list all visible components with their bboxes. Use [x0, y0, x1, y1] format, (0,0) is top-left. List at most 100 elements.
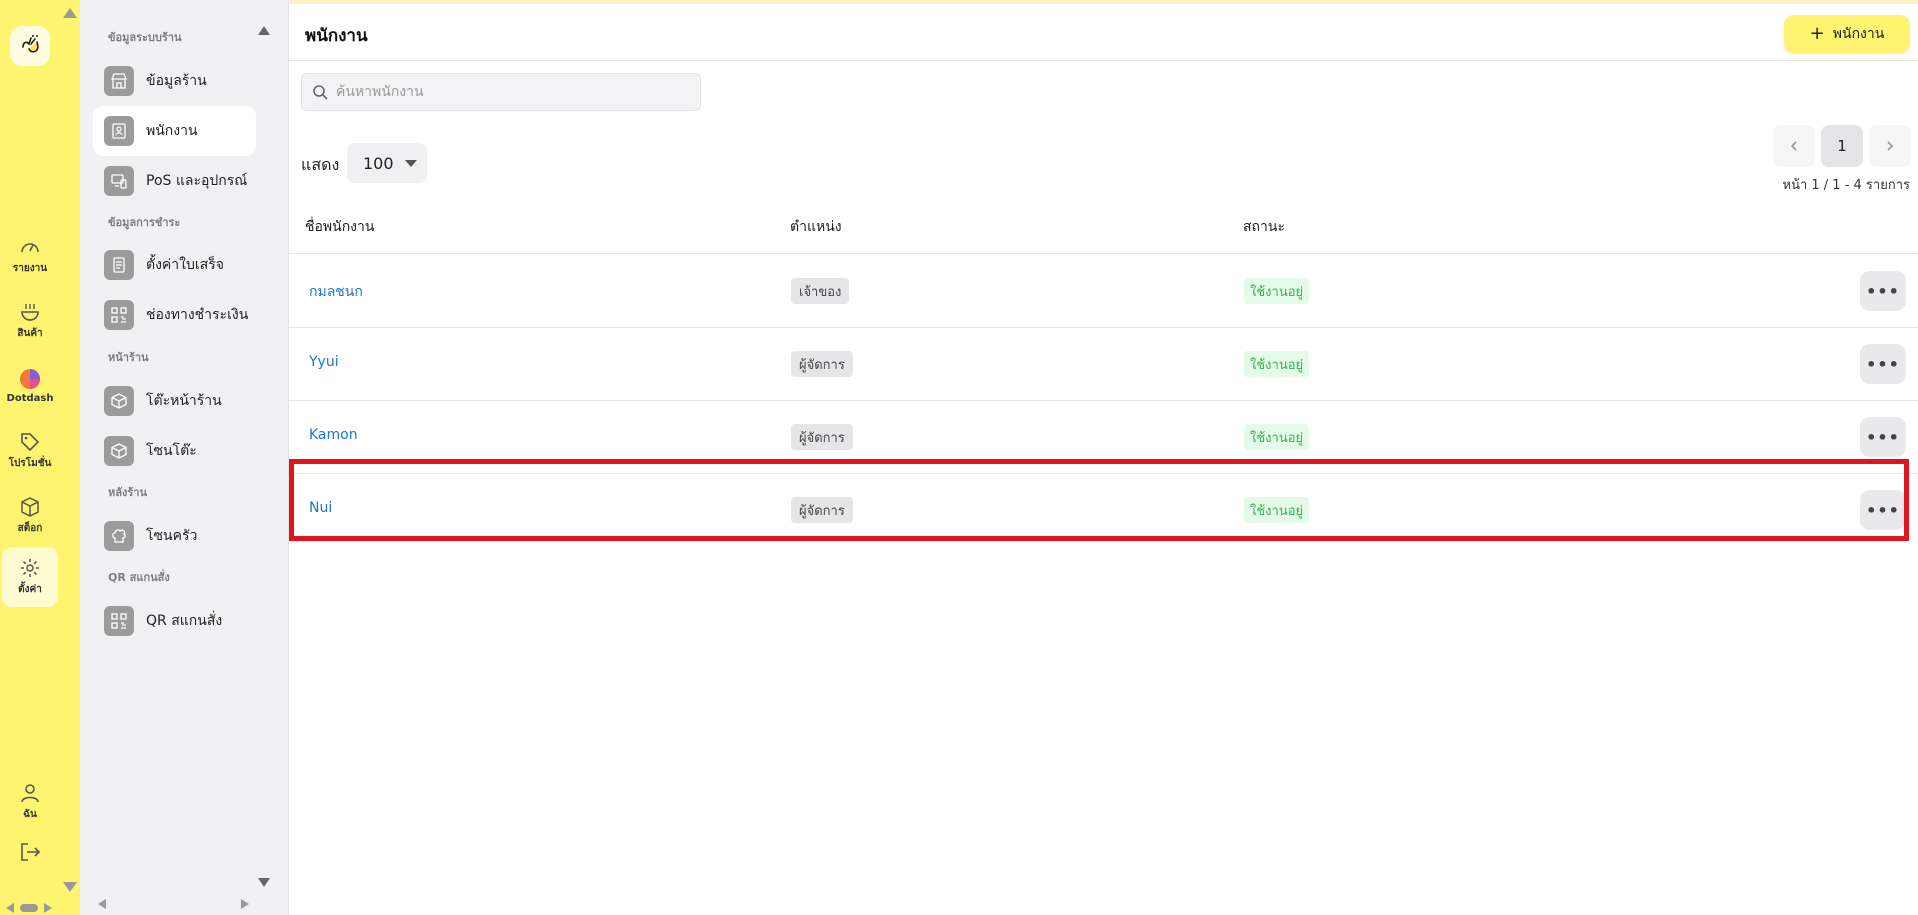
app-logo[interactable] [10, 26, 50, 66]
section-title: ข้อมูลระบบร้าน [108, 31, 182, 44]
search-icon [313, 85, 328, 100]
table-row[interactable]: Yyui ผู้จัดการ ใช้งานอยู่ ••• [289, 328, 1918, 401]
pagination: 1 [1773, 125, 1911, 167]
more-options-button[interactable]: ••• [1860, 417, 1906, 457]
chevron-right-icon [1887, 141, 1894, 151]
chef-hat-icon [104, 521, 134, 551]
sidebar-scroll-down[interactable] [258, 878, 270, 887]
sidebar-scroll-right[interactable] [241, 899, 249, 909]
search-box[interactable] [301, 73, 701, 111]
rail-hscroll[interactable] [6, 903, 52, 913]
sidebar-item-label: ข้อมูลร้าน [146, 73, 207, 89]
staff-name-link[interactable]: Kamon [309, 427, 358, 443]
sidebar-item-front-tables[interactable]: โต๊ะหน้าร้าน [93, 376, 256, 426]
sidebar-item-label: ตั้งค่าใบเสร็จ [146, 257, 224, 273]
sidebar-item-label: QR สแกนสั่ง [146, 613, 223, 629]
table-row[interactable]: กมลชนก เจ้าของ ใช้งานอยู่ ••• [289, 255, 1918, 328]
sidebar-item-label: PoS และอุปกรณ์ [146, 173, 248, 189]
prev-page-button[interactable] [1773, 125, 1815, 167]
section-title: หน้าร้าน [108, 351, 149, 364]
rail-scroll-down[interactable] [63, 882, 77, 892]
rail-scroll-up[interactable] [63, 8, 77, 18]
sidebar-item-qr-order[interactable]: QR สแกนสั่ง [93, 596, 256, 646]
store-icon [104, 66, 134, 96]
scroll-left-icon[interactable] [6, 903, 14, 913]
sidebar-scroll-left[interactable] [98, 899, 106, 909]
sidebar-item-payment-channels[interactable]: ช่องทางชำระเงิน [93, 290, 256, 340]
gear-icon [21, 559, 39, 577]
rail-item-promotion[interactable]: โปรโมชั่น [2, 421, 58, 481]
table-row[interactable]: Kamon ผู้จัดการ ใช้งานอยู่ ••• [289, 401, 1918, 474]
page-size-value: 100 [363, 153, 394, 173]
more-options-button[interactable]: ••• [1860, 271, 1906, 311]
sidebar-item-label: โซนโต๊ะ [146, 443, 197, 459]
section-title: หลังร้าน [108, 486, 147, 499]
qr-icon [104, 606, 134, 636]
page-size-select[interactable]: 100 [347, 143, 427, 183]
status-badge: ใช้งานอยู่ [1244, 278, 1310, 304]
role-badge: ผู้จัดการ [791, 424, 853, 450]
sidebar-item-receipt-settings[interactable]: ตั้งค่าใบเสร็จ [93, 240, 256, 290]
add-staff-label: พนักงาน [1832, 26, 1885, 42]
devices-icon [104, 166, 134, 196]
sidebar-item-label: โต๊ะหน้าร้าน [146, 393, 222, 409]
column-header-role: ตำแหน่ง [790, 219, 842, 235]
chevron-left-icon [1790, 141, 1797, 151]
rail-label: สต็อก [17, 523, 43, 534]
cube-icon [104, 386, 134, 416]
role-badge: ผู้จัดการ [791, 497, 853, 523]
rail-label: ตั้งค่า [18, 584, 42, 595]
sidebar-item-label: โซนครัว [146, 528, 198, 544]
table-header: ชื่อพนักงาน ตำแหน่ง สถานะ [289, 208, 1918, 254]
rail-item-stock[interactable]: สต็อก [2, 486, 58, 546]
tag-icon [21, 433, 40, 452]
page-info: หน้า 1 / 1 - 4 รายการ [1782, 178, 1911, 193]
logout-button[interactable] [2, 822, 58, 882]
search-input[interactable] [336, 84, 676, 100]
gauge-icon [21, 243, 39, 253]
rail-item-dotdash[interactable]: Dotdash [2, 356, 58, 416]
cube-icon [104, 436, 134, 466]
sidebar-item-table-zones[interactable]: โซนโต๊ะ [93, 426, 256, 476]
rail-label: โปรโมชั่น [8, 458, 52, 469]
rail-label: รายงาน [12, 263, 48, 274]
sidebar-item-label: ช่องทางชำระเงิน [146, 307, 249, 323]
qr-icon [104, 300, 134, 330]
page-size-label: แสดง [301, 155, 340, 174]
sidebar-scroll-up[interactable] [258, 26, 270, 35]
role-badge: เจ้าของ [791, 278, 850, 304]
staff-name-link[interactable]: กมลชนก [309, 281, 363, 303]
badge-icon [104, 116, 134, 146]
settings-sidebar: ข้อมูลระบบร้าน ข้อมูลร้าน พนักงาน PoS แล… [80, 0, 289, 915]
scroll-thumb[interactable] [20, 904, 38, 912]
column-header-name: ชื่อพนักงาน [305, 219, 375, 235]
rail-item-settings[interactable]: ตั้งค่า [2, 547, 58, 607]
dotdash-icon [20, 369, 40, 389]
rail-item-products[interactable]: สินค้า [2, 291, 58, 351]
main-content: พนักงาน + พนักงาน แสดง 100 1 หน้า 1 / 1 … [289, 4, 1918, 915]
section-title: QR สแกนสั่ง [108, 571, 170, 584]
sidebar-item-staff[interactable]: พนักงาน [93, 106, 256, 156]
rail-label: Dotdash [6, 393, 54, 404]
page-button-current[interactable]: 1 [1821, 125, 1863, 167]
page-title: พนักงาน [305, 26, 368, 46]
hand-logo-icon [22, 35, 39, 53]
status-badge: ใช้งานอยู่ [1244, 424, 1310, 450]
sidebar-item-kitchen-zones[interactable]: โซนครัว [93, 511, 256, 561]
more-options-button[interactable]: ••• [1860, 490, 1906, 530]
next-page-button[interactable] [1869, 125, 1911, 167]
rail-label: ฉัน [23, 809, 37, 820]
staff-name-link[interactable]: Yyui [309, 354, 339, 370]
sidebar-item-store-info[interactable]: ข้อมูลร้าน [93, 56, 256, 106]
status-badge: ใช้งานอยู่ [1244, 497, 1310, 523]
scroll-right-icon[interactable] [44, 903, 52, 913]
more-options-button[interactable]: ••• [1860, 344, 1906, 384]
add-staff-button[interactable]: + พนักงาน [1784, 15, 1910, 53]
chevron-down-icon [405, 160, 417, 167]
table-row[interactable]: Nui ผู้จัดการ ใช้งานอยู่ ••• [289, 474, 1918, 547]
receipt-icon [104, 250, 134, 280]
rail-item-report[interactable]: รายงาน [2, 226, 58, 286]
page-header: พนักงาน + พนักงาน [289, 4, 1918, 61]
sidebar-item-pos-devices[interactable]: PoS และอุปกรณ์ [93, 156, 256, 206]
staff-name-link[interactable]: Nui [309, 500, 332, 516]
